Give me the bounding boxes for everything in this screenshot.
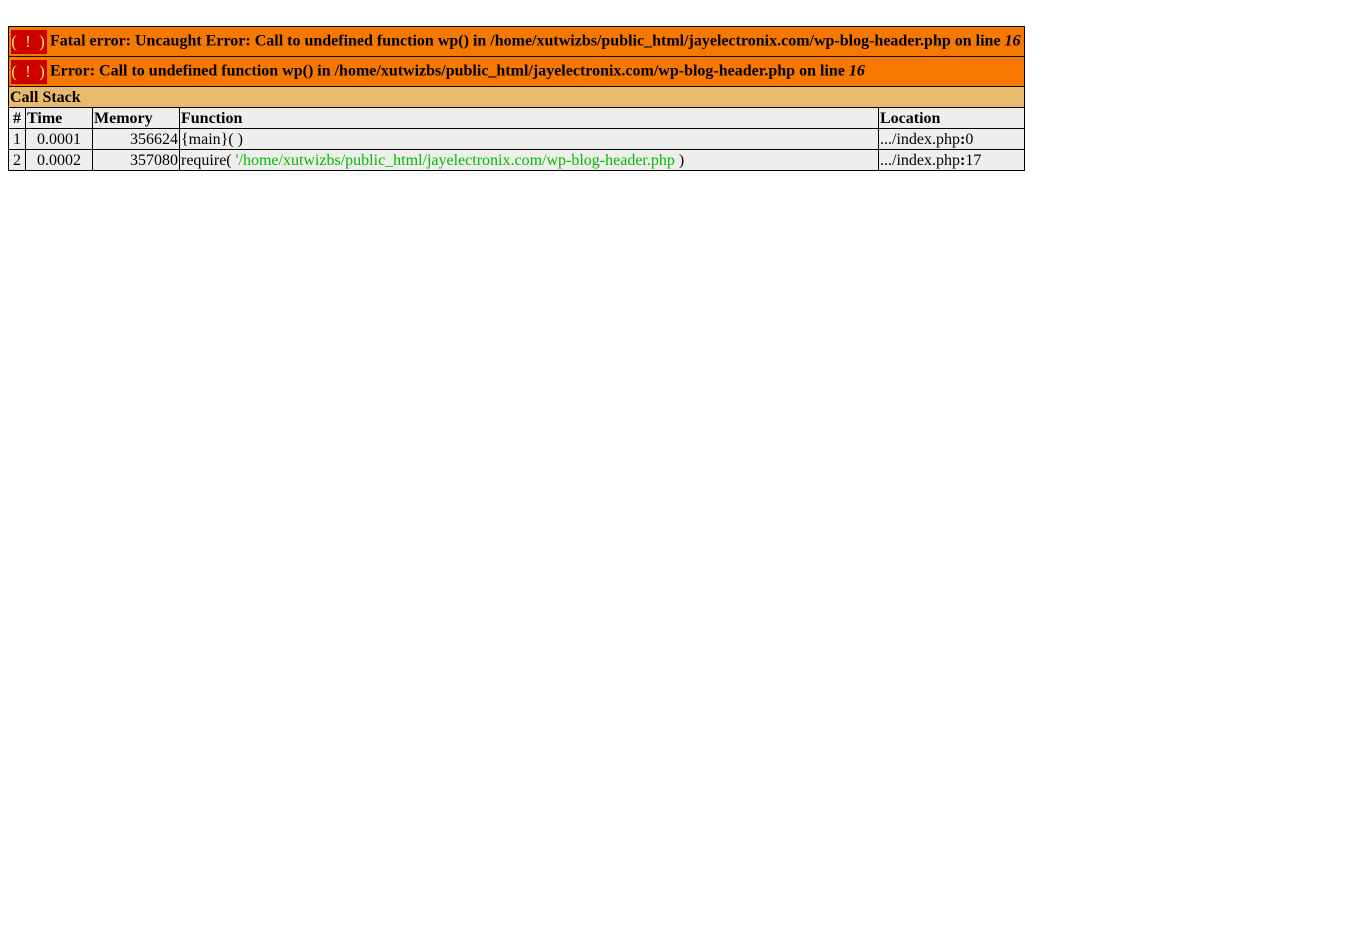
error-row: ( ! ) Error: Call to undefined function w…: [8, 56, 1025, 87]
fatal-error-row: ( ! ) Fatal error: Uncaught Error: Call t…: [8, 26, 1025, 57]
call-stack-title: Call Stack: [8, 86, 1025, 108]
stack-location: .../index.php:0: [878, 128, 1025, 150]
stack-function: {main}( ): [179, 128, 879, 150]
column-header-function: Function: [179, 107, 879, 129]
error-message: ( ! ) Error: Call to undefined function w…: [8, 56, 1025, 87]
function-close: ): [674, 151, 685, 169]
stack-number: 2: [8, 149, 26, 171]
column-header-time: Time: [25, 107, 93, 129]
function-file-argument: '/home/xutwizbs/public_html/jayelectroni…: [235, 151, 675, 169]
call-stack-title-row: Call Stack: [8, 86, 1025, 108]
column-header-memory: Memory: [92, 107, 180, 129]
column-header-number: #: [8, 107, 26, 129]
table-row: 2 0.0002 357080 require( '/home/xutwizbs…: [8, 149, 1025, 171]
stack-location: .../index.php:17: [878, 149, 1025, 171]
location-line: 17: [965, 151, 982, 169]
location-line: 0: [965, 130, 974, 148]
stack-function: require( '/home/xutwizbs/public_html/jay…: [179, 149, 879, 171]
column-header-location: Location: [878, 107, 1025, 129]
call-stack-header-row: # Time Memory Function Location: [8, 107, 1025, 129]
error-alert-icon: ( ! ): [11, 29, 47, 54]
location-file: .../index.php: [880, 151, 960, 169]
stack-memory: 356624: [92, 128, 180, 150]
fatal-error-text: Fatal error: Uncaught Error: Call to und…: [50, 32, 1005, 50]
fatal-error-line: 16: [1004, 32, 1021, 50]
stack-time: 0.0002: [25, 149, 93, 171]
error-alert-icon: ( ! ): [11, 59, 47, 84]
location-file: .../index.php: [880, 130, 960, 148]
xdebug-error-table: ( ! ) Fatal error: Uncaught Error: Call t…: [8, 26, 1025, 171]
stack-memory: 357080: [92, 149, 180, 171]
fatal-error-message: ( ! ) Fatal error: Uncaught Error: Call t…: [8, 26, 1025, 57]
stack-time: 0.0001: [25, 128, 93, 150]
stack-number: 1: [8, 128, 26, 150]
table-row: 1 0.0001 356624 {main}( ) .../index.php:…: [8, 128, 1025, 150]
error-text: Error: Call to undefined function wp() i…: [50, 62, 849, 80]
error-line: 16: [848, 62, 865, 80]
function-name: require(: [181, 151, 236, 169]
function-name: {main}( ): [181, 130, 244, 148]
